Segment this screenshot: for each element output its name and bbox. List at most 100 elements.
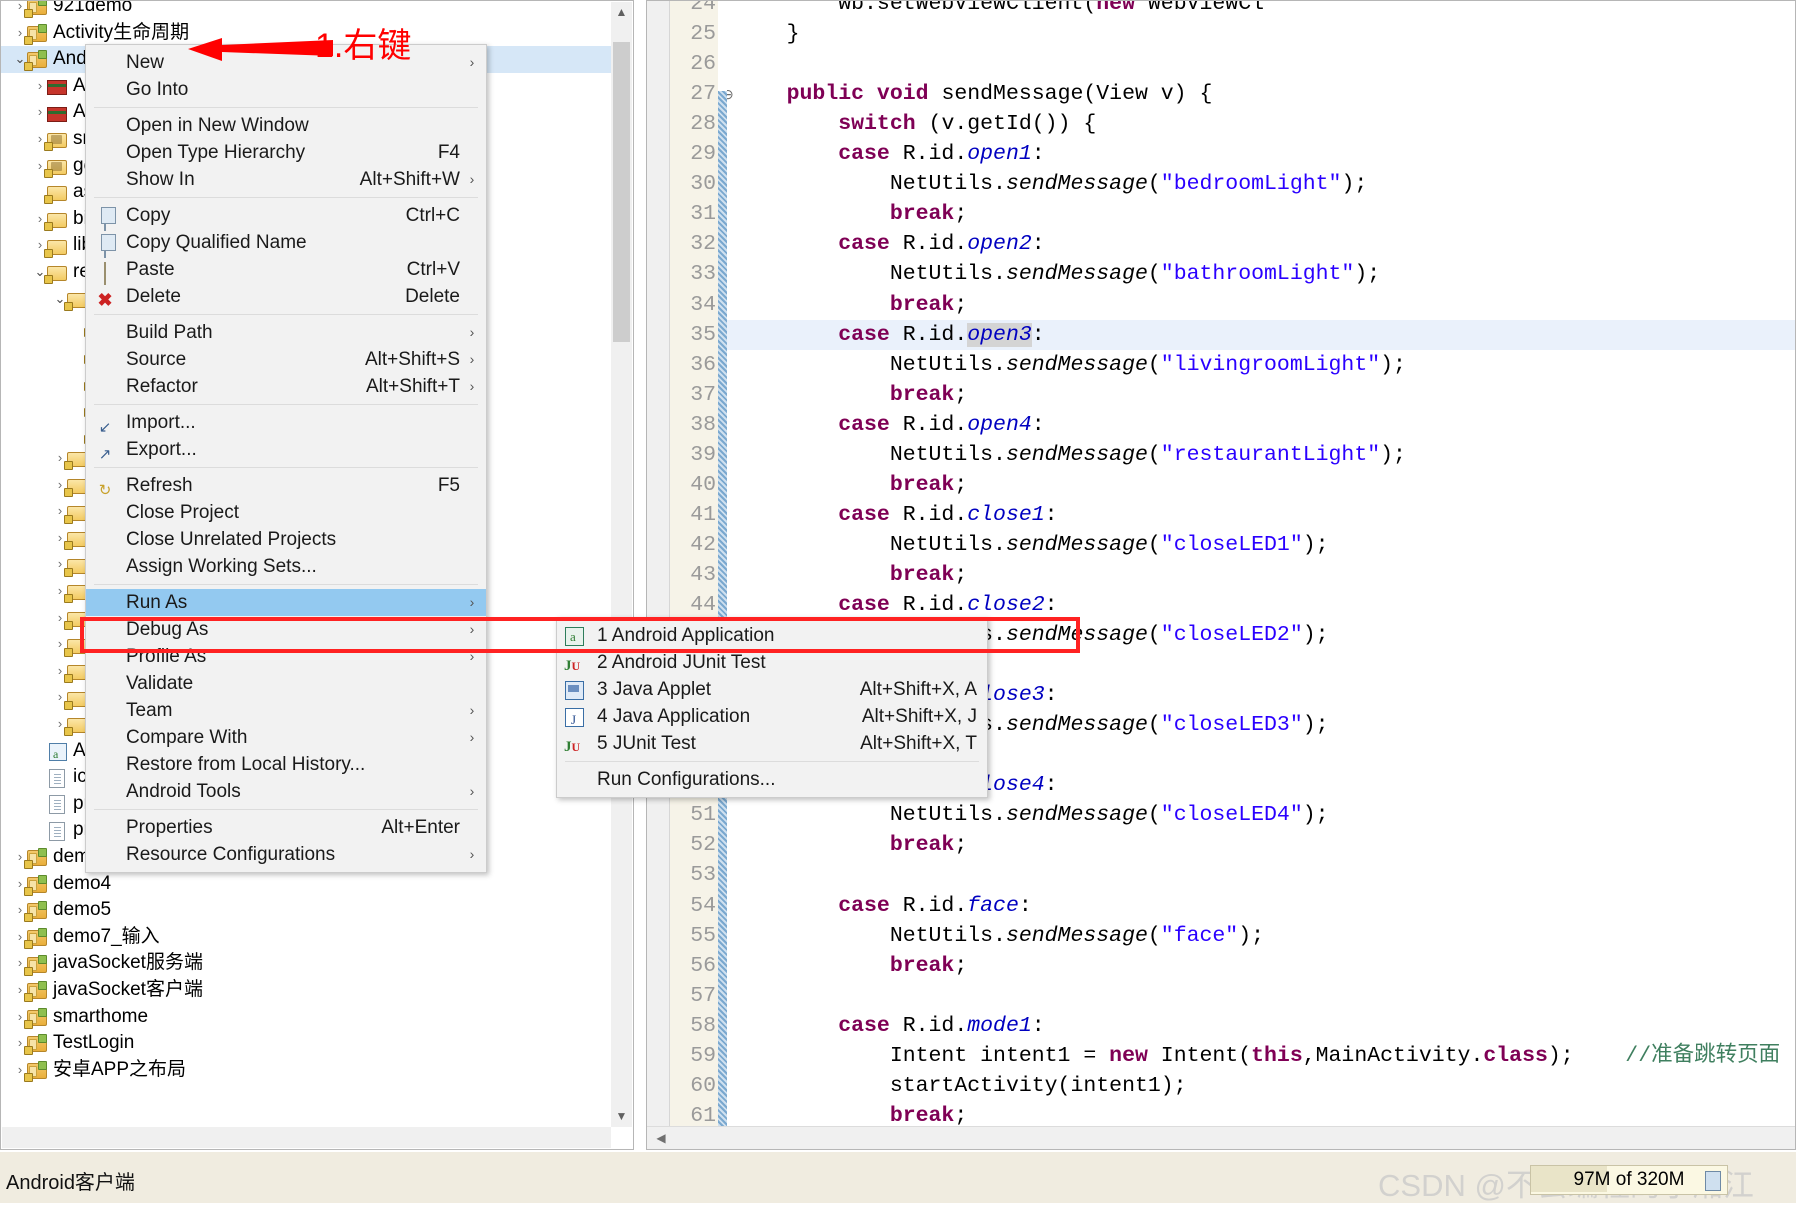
context-menu-item[interactable]: Restore from Local History... xyxy=(86,751,486,778)
code-line[interactable]: NetUtils.sendMessage("restaurantLight"); xyxy=(735,440,1406,470)
context-menu-item[interactable]: Paste Ctrl+V xyxy=(86,256,486,285)
run-as-menu-item[interactable]: Run Configurations... xyxy=(557,766,987,793)
context-menu-item[interactable]: Open Type Hierarchy F4 xyxy=(86,139,486,166)
code-line[interactable]: break; xyxy=(735,380,967,410)
tree-item[interactable]: › javaSocket服务端 xyxy=(1,950,613,977)
heap-status-widget[interactable]: 97M of 320M xyxy=(1530,1165,1728,1195)
chevron-right-icon[interactable]: › xyxy=(33,99,47,126)
explorer-horizontal-scrollbar[interactable] xyxy=(2,1127,611,1148)
menu-item-icon-slot xyxy=(92,170,118,190)
editor-code-area[interactable]: wb.setWebViewClient(new WebViewCl } publ… xyxy=(727,1,1795,1149)
run-garbage-collector-icon[interactable] xyxy=(1705,1171,1721,1191)
code-line[interactable]: case R.id.face: xyxy=(735,891,1032,921)
code-line[interactable]: case R.id.close2: xyxy=(735,590,1057,620)
tree-item[interactable]: › 安卓APP之布局 xyxy=(1,1057,613,1084)
scroll-left-arrow-icon[interactable]: ◀ xyxy=(651,1127,671,1149)
tree-item[interactable]: › demo5 xyxy=(1,897,613,924)
line-number: 29 xyxy=(690,142,716,167)
context-menu-item[interactable]: Close Unrelated Projects xyxy=(86,526,486,553)
run-as-menu-item[interactable]: 4 Java Application Alt+Shift+X, J xyxy=(557,703,987,733)
context-menu-item[interactable]: ↗ Export... xyxy=(86,436,486,463)
chevron-right-icon[interactable]: › xyxy=(33,73,47,100)
context-menu-item[interactable]: Source Alt+Shift+S › xyxy=(86,346,486,373)
code-line[interactable]: wb.setWebViewClient(new WebViewCl xyxy=(735,1,1264,19)
code-line[interactable]: public void sendMessage(View v) { xyxy=(735,79,1213,109)
context-menu-item[interactable]: Copy Qualified Name xyxy=(86,229,486,258)
line-number: 31 xyxy=(690,202,716,227)
run-as-menu-item[interactable]: JU 5 JUnit Test Alt+Shift+X, T xyxy=(557,730,987,757)
scroll-up-arrow-icon[interactable]: ▲ xyxy=(611,2,632,23)
project-context-menu[interactable]: New › Go Into Open in New Window Open Type H… xyxy=(85,44,487,873)
code-token: new xyxy=(1096,1,1135,16)
context-menu-item[interactable]: Assign Working Sets... xyxy=(86,553,486,580)
context-menu-item[interactable]: Close Project xyxy=(86,499,486,526)
context-menu-item[interactable]: Refactor Alt+Shift+T › xyxy=(86,373,486,400)
code-line[interactable]: NetUtils.sendMessage("closeLED4"); xyxy=(735,800,1329,830)
code-line[interactable]: case R.id.mode1: xyxy=(735,1011,1044,1041)
code-line[interactable]: break; xyxy=(735,470,967,500)
context-menu-item[interactable]: Validate xyxy=(86,670,486,697)
context-menu-item[interactable]: ✖ Delete Delete xyxy=(86,283,486,310)
context-menu-item[interactable]: Run As › xyxy=(86,589,486,616)
line-number: 60 xyxy=(690,1073,716,1098)
tree-item-label: demo4 xyxy=(53,872,112,894)
code-line[interactable]: Intent intent1 = new Intent(this,MainAct… xyxy=(735,1041,1780,1071)
context-menu-item[interactable]: Android Tools › xyxy=(86,778,486,805)
code-line[interactable]: NetUtils.sendMessage("face"); xyxy=(735,921,1264,951)
code-line[interactable]: case R.id.open2: xyxy=(735,229,1044,259)
code-token: sendMessage xyxy=(1005,923,1148,948)
context-menu-item[interactable]: Properties Alt+Enter xyxy=(86,814,486,841)
explorer-vertical-scrollbar[interactable]: ▲ ▼ xyxy=(611,2,632,1127)
code-line[interactable]: break; xyxy=(735,199,967,229)
code-line[interactable]: case R.id.close1: xyxy=(735,500,1057,530)
context-menu-item[interactable]: Open in New Window xyxy=(86,112,486,139)
tree-item[interactable]: › TestLogin xyxy=(1,1030,613,1057)
source-folder-icon xyxy=(44,129,69,152)
run-as-menu-item[interactable]: JU 2 Android JUnit Test xyxy=(557,649,987,676)
code-line[interactable]: NetUtils.sendMessage("bathroomLight"); xyxy=(735,259,1380,289)
code-line[interactable]: case R.id.open3: xyxy=(735,320,1045,350)
line-number: 26 xyxy=(690,52,716,77)
code-line[interactable]: case R.id.open1: xyxy=(735,139,1044,169)
code-line[interactable]: switch (v.getId()) { xyxy=(735,109,1096,139)
code-line[interactable]: break; xyxy=(735,290,967,320)
context-menu-item[interactable]: Build Path › xyxy=(86,319,486,346)
code-line[interactable]: NetUtils.sendMessage("closeLED1"); xyxy=(735,530,1329,560)
context-menu-item[interactable]: Show In Alt+Shift+W › xyxy=(86,166,486,193)
tree-item[interactable]: › demo4 xyxy=(1,871,613,898)
run-as-highlight-box xyxy=(80,617,1080,653)
tree-item[interactable]: › 921demo xyxy=(1,1,613,20)
code-line[interactable]: break; xyxy=(735,830,967,860)
tree-item[interactable]: › smarthome xyxy=(1,1004,613,1031)
code-line[interactable]: } xyxy=(735,19,800,49)
run-as-menu-item[interactable]: 3 Java Applet Alt+Shift+X, A xyxy=(557,676,987,703)
context-menu-item-shortcut: Delete xyxy=(405,286,460,307)
scroll-down-arrow-icon[interactable]: ▼ xyxy=(611,1106,632,1127)
context-menu-item[interactable]: ↻ Refresh F5 xyxy=(86,472,486,499)
code-token: ); xyxy=(1380,442,1406,467)
code-line[interactable]: NetUtils.sendMessage("bedroomLight"); xyxy=(735,169,1367,199)
editor-marker-bar[interactable] xyxy=(647,1,670,1149)
code-line[interactable]: case R.id.open4: xyxy=(735,410,1044,440)
context-menu-item[interactable]: Resource Configurations › xyxy=(86,841,486,868)
code-line[interactable]: NetUtils.sendMessage("livingroomLight"); xyxy=(735,350,1406,380)
editor-horizontal-scrollbar[interactable]: ◀ xyxy=(647,1126,1795,1149)
code-line[interactable]: startActivity(intent1); xyxy=(735,1071,1187,1101)
explorer-scroll-thumb[interactable] xyxy=(613,42,630,342)
line-number: 55 xyxy=(690,923,716,948)
tree-item[interactable]: › demo7_输入 xyxy=(1,924,613,951)
code-token: ; xyxy=(954,292,968,317)
context-menu-item[interactable]: ↙ Import... xyxy=(86,409,486,436)
code-line[interactable]: break; xyxy=(735,560,967,590)
file-icon xyxy=(47,768,69,788)
context-menu-item[interactable]: Compare With › xyxy=(86,724,486,751)
context-menu-item[interactable]: Copy Ctrl+C xyxy=(86,202,486,231)
context-menu-item[interactable]: Go Into xyxy=(86,76,486,103)
code-line[interactable]: break; xyxy=(735,951,967,981)
tree-item[interactable]: › javaSocket客户端 xyxy=(1,977,613,1004)
context-menu-item[interactable]: Team › xyxy=(86,697,486,724)
context-menu-item-label: Run As xyxy=(126,592,188,613)
code-token: ); xyxy=(1380,352,1406,377)
code-editor-panel[interactable]: 24 25 26 27 ⊖ 28 29 30 31 32 33 34 35 36 37 38 39 40 41 42 4… xyxy=(646,0,1796,1150)
